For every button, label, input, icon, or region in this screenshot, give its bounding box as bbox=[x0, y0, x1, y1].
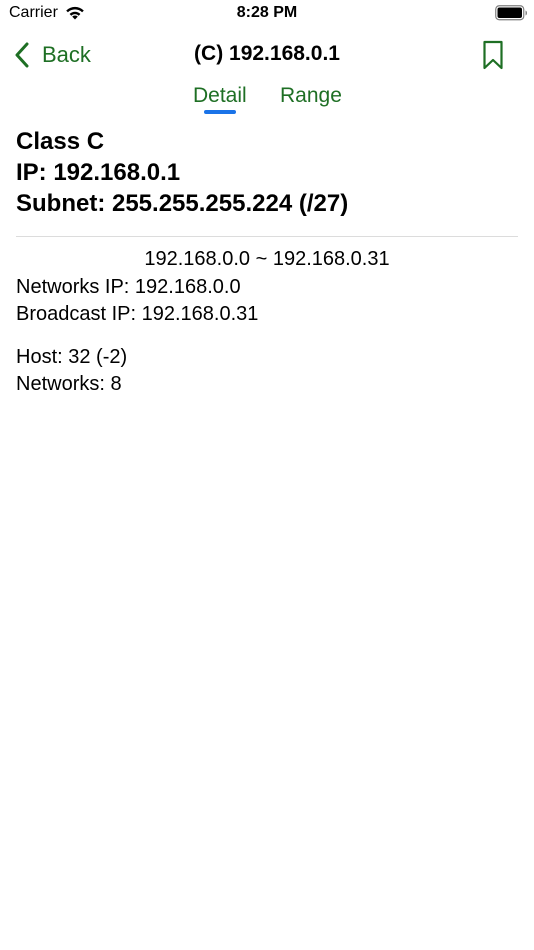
network-ip: Networks IP: 192.168.0.0 bbox=[16, 276, 241, 298]
host-count: Host: 32 (-2) bbox=[16, 346, 128, 368]
tab-detail[interactable]: Detail bbox=[193, 84, 247, 108]
network-count: Networks: 8 bbox=[16, 373, 122, 395]
broadcast-ip: Broadcast IP: 192.168.0.31 bbox=[16, 303, 259, 325]
ip-heading: IP: 192.168.0.1 bbox=[16, 159, 181, 186]
bookmark-icon[interactable] bbox=[482, 40, 504, 70]
battery-icon bbox=[495, 5, 527, 21]
navigation-bar: Back (C) 192.168.0.1 bbox=[0, 28, 534, 80]
divider bbox=[16, 236, 518, 237]
count-info: Host: 32 (-2) Networks: 8 bbox=[16, 344, 127, 398]
selected-tab-indicator bbox=[204, 110, 236, 114]
page-title: (C) 192.168.0.1 bbox=[194, 42, 340, 65]
status-time: 8:28 PM bbox=[236, 4, 298, 21]
tab-range[interactable]: Range bbox=[280, 84, 342, 108]
address-info: Networks IP: 192.168.0.0 Broadcast IP: 1… bbox=[16, 274, 258, 328]
ip-range: 192.168.0.0 ~ 192.168.0.31 bbox=[144, 248, 390, 270]
summary-block: Class C IP: 192.168.0.1 Subnet: 255.255.… bbox=[16, 126, 348, 219]
status-bar: Carrier 8:28 PM bbox=[0, 0, 534, 28]
subnet-heading: Subnet: 255.255.255.224 (/27) bbox=[16, 190, 349, 217]
class-heading: Class C bbox=[16, 128, 105, 155]
tab-bar: Detail Range bbox=[0, 80, 534, 120]
